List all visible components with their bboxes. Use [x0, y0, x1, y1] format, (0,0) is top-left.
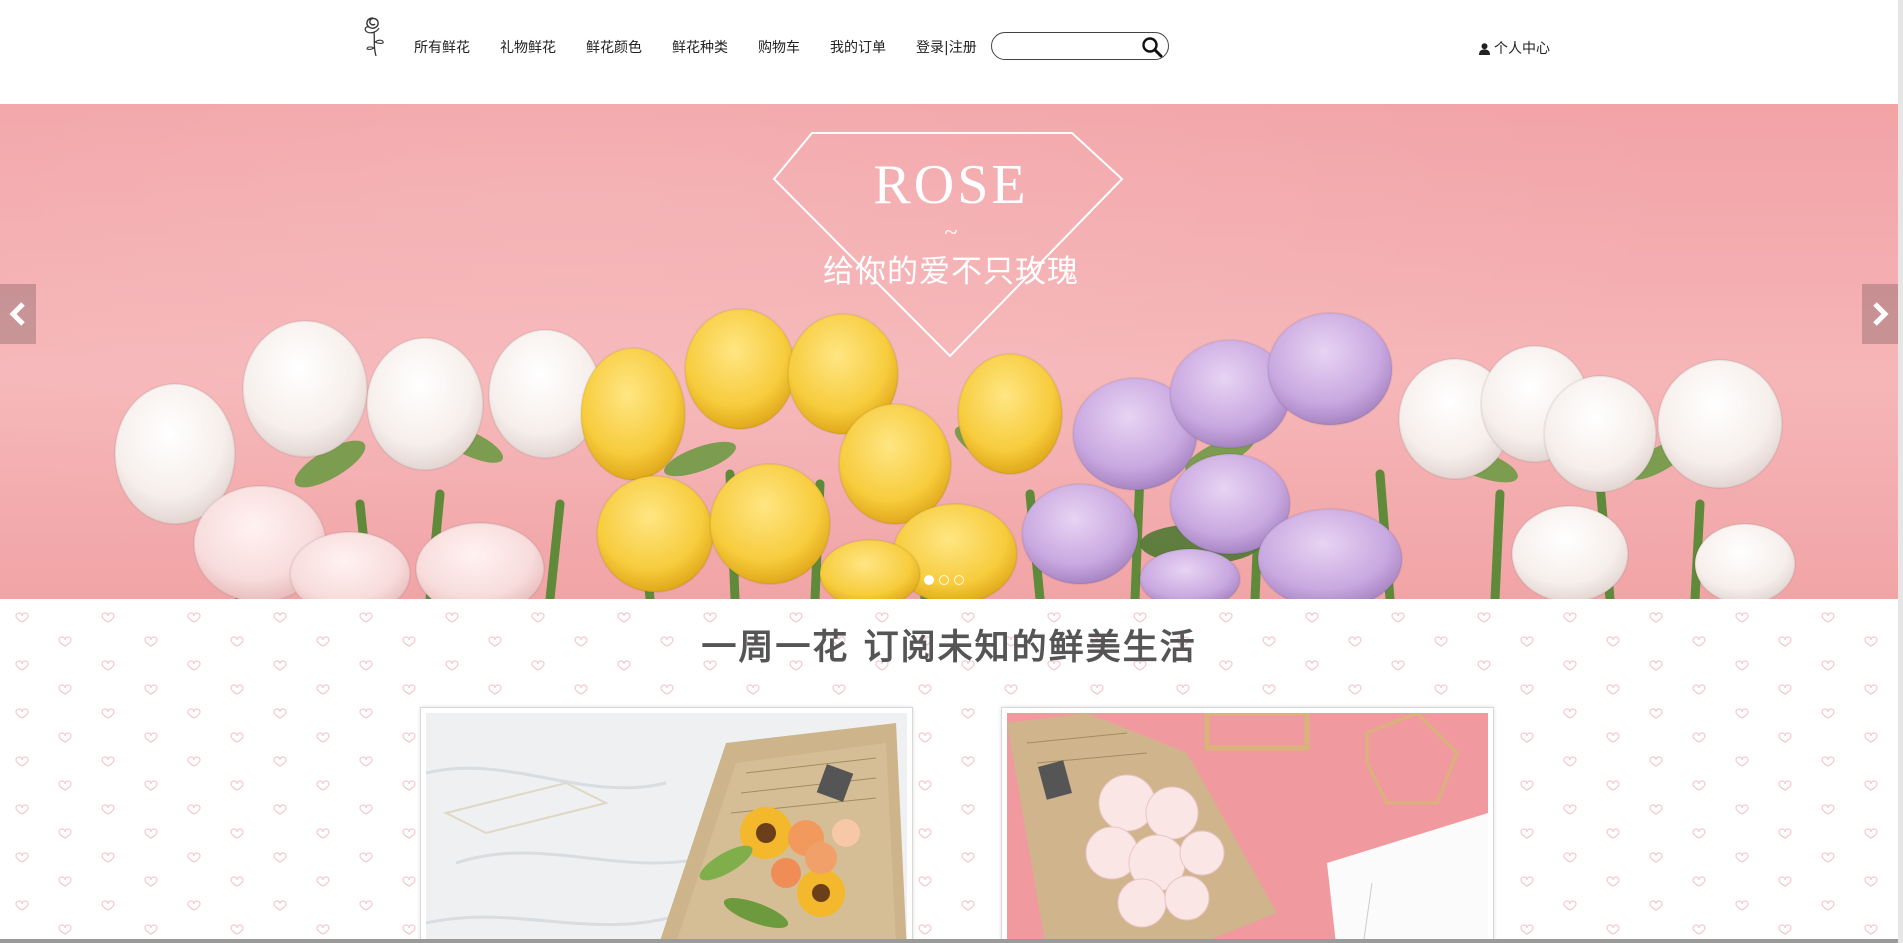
section-title: 一周一花 订阅未知的鲜美生活: [701, 628, 1197, 668]
search-icon[interactable]: [1141, 36, 1163, 58]
nav-cart[interactable]: 购物车: [758, 37, 800, 59]
user-icon: [1479, 43, 1490, 55]
banner-tilde: ~: [944, 220, 958, 246]
hero-carousel: ROSE ~ 给你的爱不只玫瑰: [0, 104, 1898, 599]
main-nav: 所有鲜花 礼物鲜花 鲜花颜色 鲜花种类 购物车 我的订单 登录|注册: [414, 37, 977, 59]
bottom-divider: [0, 939, 1898, 943]
bouquet-image-sunflower: [426, 713, 907, 943]
scrollbar-track[interactable]: [1898, 0, 1903, 943]
bouquet-image-pink-rose: [1007, 713, 1488, 943]
carousel-dot-1[interactable]: [924, 575, 934, 585]
nav-flower-colors[interactable]: 鲜花颜色: [586, 37, 642, 59]
carousel-dot-2[interactable]: [939, 575, 949, 585]
rose-logo-icon[interactable]: [359, 12, 393, 58]
carousel-next-button[interactable]: [1862, 284, 1898, 344]
chevron-right-icon: [1873, 302, 1889, 326]
search-input[interactable]: [1002, 36, 1134, 58]
search-box: [991, 32, 1169, 60]
nav-gift-flowers[interactable]: 礼物鲜花: [500, 37, 556, 59]
site-header: 所有鲜花 礼物鲜花 鲜花颜色 鲜花种类 购物车 我的订单 登录|注册 个人中心: [0, 0, 1903, 104]
nav-login-register[interactable]: 登录|注册: [916, 37, 977, 59]
nav-all-flowers[interactable]: 所有鲜花: [414, 37, 470, 59]
subscription-card-pink-rose[interactable]: [1001, 707, 1494, 943]
carousel-indicators: [924, 575, 969, 585]
carousel-prev-button[interactable]: [0, 284, 36, 344]
chevron-left-icon: [9, 302, 25, 326]
user-center-label: 个人中心: [1494, 41, 1550, 57]
nav-flower-types[interactable]: 鲜花种类: [672, 37, 728, 59]
banner-subtitle: 给你的爱不只玫瑰: [823, 254, 1079, 290]
subscription-card-sunflower[interactable]: [420, 707, 913, 943]
nav-my-orders[interactable]: 我的订单: [830, 37, 886, 59]
user-center-link[interactable]: 个人中心: [1479, 38, 1550, 60]
banner-title: ROSE: [873, 154, 1029, 216]
subscription-section: 一周一花 订阅未知的鲜美生活: [0, 599, 1898, 943]
carousel-dot-3[interactable]: [954, 575, 964, 585]
